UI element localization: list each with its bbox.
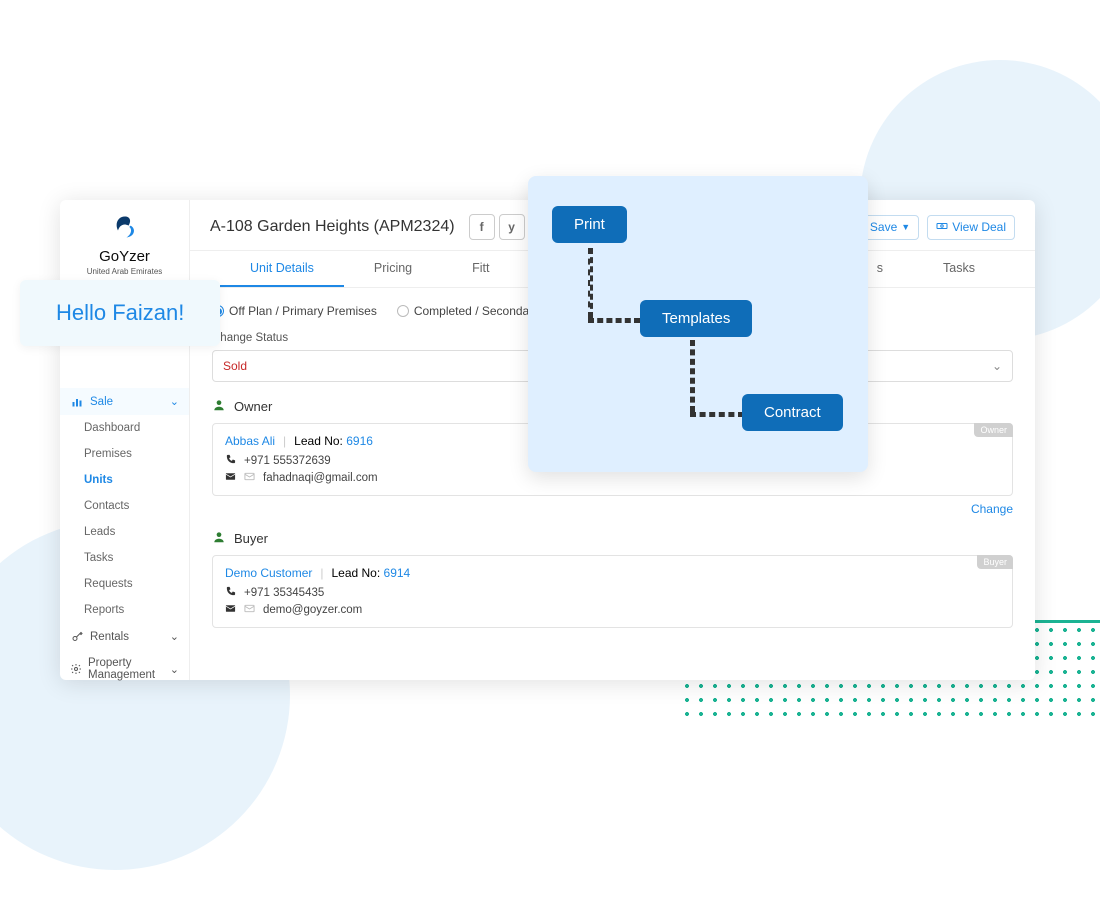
view-deal-button-label: View Deal [952, 220, 1006, 234]
chevron-down-icon: ▼ [901, 222, 910, 232]
buyer-card: Buyer Demo Customer | Lead No: 6914 +971… [212, 555, 1013, 628]
flow-connector [588, 318, 640, 323]
tab-unit-details[interactable]: Unit Details [220, 251, 344, 287]
nav-item-label: Sale [90, 396, 113, 408]
envelope-icon [225, 471, 236, 485]
flow-overlay-panel: Print Templates Contract [528, 176, 868, 472]
tab-fittings[interactable]: Fitt [442, 251, 519, 287]
logo-swirl-icon [111, 213, 139, 241]
sidebar-item-requests[interactable]: Requests [60, 571, 189, 597]
envelope-outline-icon [244, 471, 255, 485]
buyer-phone-row: +971 35345435 [225, 586, 1000, 600]
radio-off-plan[interactable]: Off Plan / Primary Premises [212, 304, 377, 318]
divider: | [283, 434, 286, 448]
phone-icon [225, 586, 236, 600]
buyer-name-row: Demo Customer | Lead No: 6914 [225, 566, 1000, 580]
brand-logo: GoYzer United Arab Emirates [60, 205, 189, 288]
buyer-badge: Buyer [977, 555, 1013, 569]
buyer-lead-no-link[interactable]: 6914 [384, 566, 411, 580]
flow-node-templates: Templates [640, 300, 752, 337]
money-icon [936, 220, 948, 235]
brand-region: United Arab Emirates [64, 267, 185, 276]
owner-section-label: Owner [234, 399, 272, 414]
flow-connector [690, 340, 695, 412]
phone-icon [225, 454, 236, 468]
nav-item-sale[interactable]: Sale ⌄ [60, 388, 189, 415]
sidebar-item-leads[interactable]: Leads [60, 519, 189, 545]
tab-tasks[interactable]: Tasks [913, 251, 1005, 287]
sidebar-item-dashboard[interactable]: Dashboard [60, 415, 189, 441]
view-deal-button[interactable]: View Deal [927, 215, 1015, 240]
chart-icon [70, 396, 84, 408]
flow-connector [690, 412, 744, 417]
flow-node-print: Print [552, 206, 627, 243]
radio-off-icon [397, 305, 409, 317]
sidebar-item-contacts[interactable]: Contacts [60, 493, 189, 519]
buyer-name-link[interactable]: Demo Customer [225, 566, 312, 580]
nav-section: Sale ⌄ Dashboard Premises Units Contacts… [60, 388, 189, 688]
lead-no-label: Lead No: [331, 566, 380, 580]
buyer-phone: +971 35345435 [244, 587, 324, 599]
chevron-down-icon: ⌄ [170, 663, 179, 676]
tab-pricing[interactable]: Pricing [344, 251, 442, 287]
envelope-outline-icon [244, 603, 255, 617]
greeting-chip: Hello Faizan! [20, 280, 220, 346]
owner-email-row: fahadnaqi@gmail.com [225, 471, 1000, 485]
buyer-email: demo@goyzer.com [263, 604, 362, 616]
key-icon [70, 631, 84, 643]
chevron-down-icon: ⌄ [170, 395, 179, 408]
person-icon [212, 530, 226, 547]
sidebar-item-reports[interactable]: Reports [60, 597, 189, 623]
owner-name-link[interactable]: Abbas Ali [225, 434, 275, 448]
save-button-label: Save [870, 220, 897, 234]
buyer-section-label: Buyer [234, 531, 268, 546]
nav-item-label: Rentals [90, 631, 129, 643]
owner-badge: Owner [974, 423, 1013, 437]
owner-lead-no-link[interactable]: 6916 [346, 434, 373, 448]
nav-item-label: Property Management [88, 657, 164, 681]
envelope-icon [225, 603, 236, 617]
nav-item-rentals[interactable]: Rentals ⌄ [60, 623, 189, 650]
buyer-section-title: Buyer [212, 530, 1013, 547]
owner-phone: +971 555372639 [244, 455, 331, 467]
divider: | [320, 566, 323, 580]
sidebar-item-tasks[interactable]: Tasks [60, 545, 189, 571]
flow-connector [588, 248, 593, 318]
owner-email: fahadnaqi@gmail.com [263, 472, 378, 484]
chevron-down-icon: ⌄ [992, 359, 1002, 373]
sidebar: GoYzer United Arab Emirates Sale ⌄ Dashb… [60, 200, 190, 680]
page-title: A-108 Garden Heights (APM2324) [210, 218, 455, 236]
person-icon [212, 398, 226, 415]
nav-item-property-management[interactable]: Property Management ⌄ [60, 650, 189, 688]
status-value: Sold [223, 359, 247, 373]
brand-name: GoYzer [64, 248, 185, 265]
chevron-down-icon: ⌄ [170, 630, 179, 643]
sidebar-item-units[interactable]: Units [60, 467, 189, 493]
lead-no-label: Lead No: [294, 434, 343, 448]
flow-node-contract: Contract [742, 394, 843, 431]
gear-icon [70, 663, 82, 675]
twitter-button[interactable]: y [499, 214, 525, 240]
change-owner-link[interactable]: Change [212, 502, 1013, 516]
facebook-button[interactable]: f [469, 214, 495, 240]
buyer-email-row: demo@goyzer.com [225, 603, 1000, 617]
sidebar-item-premises[interactable]: Premises [60, 441, 189, 467]
radio-label: Off Plan / Primary Premises [229, 304, 377, 318]
